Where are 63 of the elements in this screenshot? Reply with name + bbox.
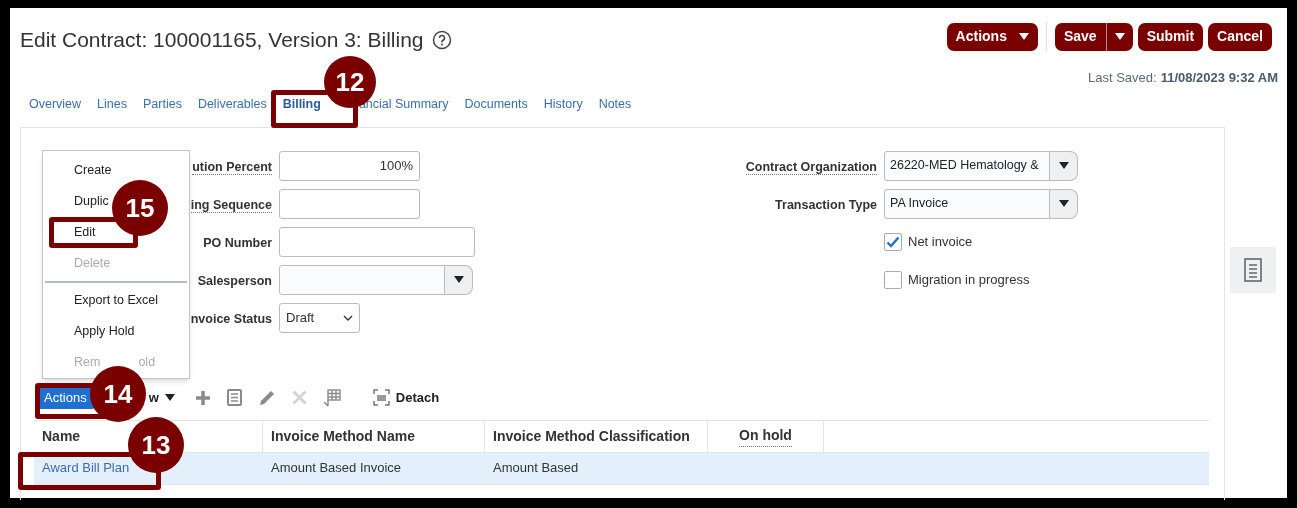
tab[interactable]: Overview [29, 97, 82, 112]
tab[interactable]: Notes [598, 97, 632, 112]
table-cell-text: Amount Based [493, 459, 579, 478]
chevron-icon [343, 314, 353, 321]
caret-icon [453, 276, 464, 283]
combo-field[interactable]: PA Invoice [884, 188, 1050, 219]
caret-icon [1114, 33, 1125, 40]
detach-icon [372, 389, 390, 406]
field-label: Contract Organization [745, 159, 877, 175]
tab[interactable]: Billing [282, 97, 321, 112]
caret-icon [1058, 162, 1069, 169]
caret-icon [1018, 33, 1029, 40]
menu-item[interactable]: Duplic [74, 194, 109, 209]
dropdown-button[interactable] [1050, 150, 1078, 181]
checkbox[interactable] [884, 270, 902, 289]
view-button[interactable]: w [148, 387, 175, 408]
cancel-button[interactable]: Cancel [1208, 22, 1272, 51]
table-cell-text: Amount Based Invoice [271, 459, 402, 478]
column-header[interactable]: Invoice Method Name [263, 420, 485, 452]
help-icon [431, 29, 452, 50]
detach-button[interactable]: Detach [372, 387, 440, 408]
column-header[interactable]: On hold [708, 420, 824, 452]
checkbox-label: Net invoice [908, 232, 973, 251]
field-label: Salesperson [197, 273, 272, 288]
pencil-icon[interactable] [257, 388, 276, 407]
tab[interactable]: Documents [464, 97, 528, 112]
submit-button[interactable]: Submit [1137, 22, 1204, 51]
field-label: Transaction Type [775, 197, 877, 212]
text-field[interactable]: 100% [279, 150, 420, 181]
checkbox[interactable] [884, 232, 902, 251]
caret-icon [1058, 200, 1069, 207]
check-icon [886, 235, 900, 248]
document-icon [1244, 258, 1262, 282]
field-label: ution Percent [192, 159, 272, 175]
last-saved-label: Last Saved: [1088, 69, 1157, 87]
checkbox-label: Migration in progress [908, 270, 1030, 289]
menu-item[interactable]: Export to Excel [74, 293, 159, 308]
tab[interactable]: Parties [143, 97, 182, 112]
row-link[interactable]: Award Bill Plan [42, 458, 130, 478]
select-field[interactable]: Draft [279, 302, 360, 333]
text-field[interactable] [279, 226, 475, 257]
field-label: nvoice Status [190, 311, 272, 326]
menu-item[interactable]: Create [74, 163, 112, 178]
tab[interactable]: History [543, 97, 583, 112]
field-label: PO Number [203, 235, 272, 250]
page-title: Edit Contract: 100001165, Version 3: Billing [20, 27, 424, 53]
menu-item[interactable]: Apply Hold [74, 324, 135, 339]
text-field[interactable] [279, 188, 420, 219]
freeze-icon[interactable] [322, 388, 341, 407]
dropdown-button[interactable] [1050, 188, 1078, 219]
menu-item[interactable]: Edit [74, 225, 96, 240]
document-icon[interactable] [226, 389, 242, 406]
combo-field[interactable]: 26220-MED Hematology & [884, 150, 1050, 181]
actions-button[interactable]: Actions [946, 22, 1038, 51]
side-panel-button[interactable] [1230, 247, 1276, 293]
tab[interactable]: Lines [97, 97, 127, 112]
last-saved-value: 11/08/2023 9:32 AM [1160, 69, 1278, 87]
caret-icon [164, 394, 175, 401]
tab[interactable]: Deliverables [197, 97, 267, 112]
combo-field[interactable] [279, 264, 445, 295]
add-icon[interactable] [194, 389, 211, 406]
dropdown-button[interactable] [445, 264, 473, 295]
column-header[interactable]: Invoice Method Classification [485, 420, 708, 452]
